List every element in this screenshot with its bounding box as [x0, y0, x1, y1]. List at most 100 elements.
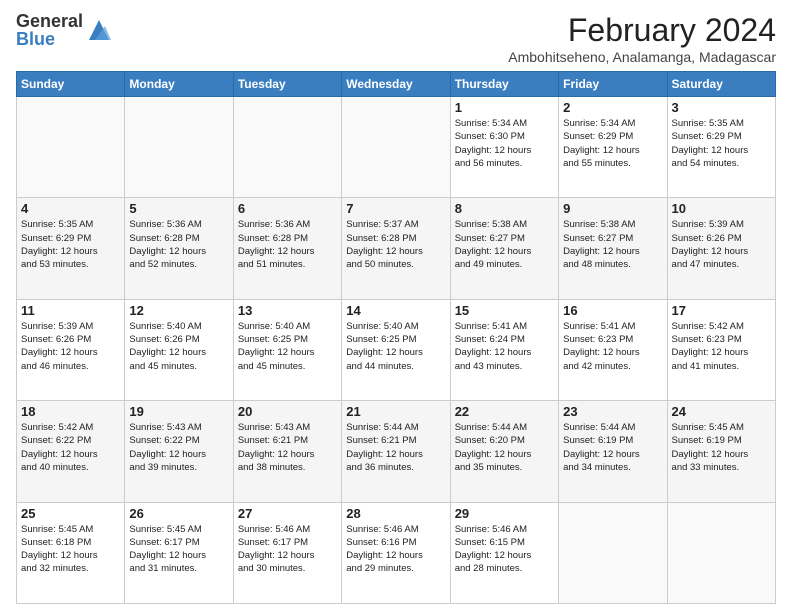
calendar-cell: 13 Sunrise: 5:40 AM Sunset: 6:25 PM Dayli… [233, 299, 341, 400]
calendar-cell: 1 Sunrise: 5:34 AM Sunset: 6:30 PM Daylig… [450, 97, 558, 198]
day-info: Sunrise: 5:46 AM Sunset: 6:15 PM Dayligh… [455, 523, 554, 576]
day-number: 18 [21, 404, 120, 419]
calendar-week-5: 25Sunrise: 5:45 AM Sunset: 6:18 PM Dayli… [17, 502, 776, 603]
calendar-cell: 7 Sunrise: 5:37 AM Sunset: 6:28 PM Daylig… [342, 198, 450, 299]
calendar-subtitle: Ambohitseheno, Analamanga, Madagascar [508, 49, 776, 65]
day-number: 28 [346, 506, 445, 521]
calendar-header-monday: Monday [125, 72, 233, 97]
day-number: 10 [672, 201, 771, 216]
calendar-cell: 17Sunrise: 5:42 AM Sunset: 6:23 PM Dayli… [667, 299, 775, 400]
calendar-cell: 10 Sunrise: 5:39 AM Sunset: 6:26 PM Dayli… [667, 198, 775, 299]
day-number: 6 [238, 201, 337, 216]
day-info: Sunrise: 5:45 AM Sunset: 6:19 PM Dayligh… [672, 421, 771, 474]
day-info: Sunrise: 5:40 AM Sunset: 6:26 PM Dayligh… [129, 320, 228, 373]
calendar-cell: 28 Sunrise: 5:46 AM Sunset: 6:16 PM Dayli… [342, 502, 450, 603]
day-info: Sunrise: 5:38 AM Sunset: 6:27 PM Dayligh… [455, 218, 554, 271]
header: General Blue February 2024 Ambohitseheno… [16, 12, 776, 65]
calendar-cell: 14Sunrise: 5:40 AM Sunset: 6:25 PM Dayli… [342, 299, 450, 400]
calendar-week-2: 4 Sunrise: 5:35 AM Sunset: 6:29 PM Daylig… [17, 198, 776, 299]
day-number: 15 [455, 303, 554, 318]
calendar-week-4: 18 Sunrise: 5:42 AM Sunset: 6:22 PM Dayli… [17, 401, 776, 502]
day-number: 13 [238, 303, 337, 318]
calendar-cell: 2Sunrise: 5:34 AM Sunset: 6:29 PM Daylig… [559, 97, 667, 198]
day-info: Sunrise: 5:45 AM Sunset: 6:17 PM Dayligh… [129, 523, 228, 576]
day-number: 1 [455, 100, 554, 115]
calendar-cell: 20 Sunrise: 5:43 AM Sunset: 6:21 PM Dayli… [233, 401, 341, 502]
day-number: 12 [129, 303, 228, 318]
day-info: Sunrise: 5:39 AM Sunset: 6:26 PM Dayligh… [672, 218, 771, 271]
day-number: 23 [563, 404, 662, 419]
calendar-cell: 29 Sunrise: 5:46 AM Sunset: 6:15 PM Dayli… [450, 502, 558, 603]
day-number: 19 [129, 404, 228, 419]
day-number: 29 [455, 506, 554, 521]
day-number: 9 [563, 201, 662, 216]
day-number: 25 [21, 506, 120, 521]
calendar-cell: 26 Sunrise: 5:45 AM Sunset: 6:17 PM Dayli… [125, 502, 233, 603]
day-info: Sunrise: 5:42 AM Sunset: 6:22 PM Dayligh… [21, 421, 120, 474]
calendar-cell: 23Sunrise: 5:44 AM Sunset: 6:19 PM Dayli… [559, 401, 667, 502]
day-info: Sunrise: 5:44 AM Sunset: 6:20 PM Dayligh… [455, 421, 554, 474]
day-number: 27 [238, 506, 337, 521]
day-info: Sunrise: 5:41 AM Sunset: 6:23 PM Dayligh… [563, 320, 662, 373]
calendar-cell [17, 97, 125, 198]
day-info: Sunrise: 5:39 AM Sunset: 6:26 PM Dayligh… [21, 320, 120, 373]
day-number: 20 [238, 404, 337, 419]
day-info: Sunrise: 5:40 AM Sunset: 6:25 PM Dayligh… [238, 320, 337, 373]
day-info: Sunrise: 5:34 AM Sunset: 6:29 PM Dayligh… [563, 117, 662, 170]
calendar-header-row: SundayMondayTuesdayWednesdayThursdayFrid… [17, 72, 776, 97]
calendar-cell: 11Sunrise: 5:39 AM Sunset: 6:26 PM Dayli… [17, 299, 125, 400]
calendar-cell: 8 Sunrise: 5:38 AM Sunset: 6:27 PM Daylig… [450, 198, 558, 299]
day-info: Sunrise: 5:43 AM Sunset: 6:21 PM Dayligh… [238, 421, 337, 474]
logo-icon [85, 16, 113, 44]
calendar-cell: 15 Sunrise: 5:41 AM Sunset: 6:24 PM Dayli… [450, 299, 558, 400]
day-info: Sunrise: 5:38 AM Sunset: 6:27 PM Dayligh… [563, 218, 662, 271]
day-info: Sunrise: 5:36 AM Sunset: 6:28 PM Dayligh… [238, 218, 337, 271]
calendar-header-saturday: Saturday [667, 72, 775, 97]
calendar-cell: 21 Sunrise: 5:44 AM Sunset: 6:21 PM Dayli… [342, 401, 450, 502]
calendar-cell [559, 502, 667, 603]
title-block: February 2024 Ambohitseheno, Analamanga,… [508, 12, 776, 65]
calendar-cell [233, 97, 341, 198]
calendar-cell: 27 Sunrise: 5:46 AM Sunset: 6:17 PM Dayli… [233, 502, 341, 603]
calendar-header-wednesday: Wednesday [342, 72, 450, 97]
day-info: Sunrise: 5:46 AM Sunset: 6:17 PM Dayligh… [238, 523, 337, 576]
calendar-cell: 3 Sunrise: 5:35 AM Sunset: 6:29 PM Daylig… [667, 97, 775, 198]
calendar-cell [667, 502, 775, 603]
day-info: Sunrise: 5:46 AM Sunset: 6:16 PM Dayligh… [346, 523, 445, 576]
day-info: Sunrise: 5:35 AM Sunset: 6:29 PM Dayligh… [672, 117, 771, 170]
day-info: Sunrise: 5:43 AM Sunset: 6:22 PM Dayligh… [129, 421, 228, 474]
day-info: Sunrise: 5:44 AM Sunset: 6:21 PM Dayligh… [346, 421, 445, 474]
calendar-header-friday: Friday [559, 72, 667, 97]
calendar-header-sunday: Sunday [17, 72, 125, 97]
calendar-cell [125, 97, 233, 198]
day-info: Sunrise: 5:41 AM Sunset: 6:24 PM Dayligh… [455, 320, 554, 373]
day-info: Sunrise: 5:37 AM Sunset: 6:28 PM Dayligh… [346, 218, 445, 271]
logo-general: General [16, 12, 83, 30]
calendar-cell [342, 97, 450, 198]
day-number: 21 [346, 404, 445, 419]
calendar-cell: 19 Sunrise: 5:43 AM Sunset: 6:22 PM Dayli… [125, 401, 233, 502]
day-number: 7 [346, 201, 445, 216]
day-number: 22 [455, 404, 554, 419]
calendar-week-3: 11Sunrise: 5:39 AM Sunset: 6:26 PM Dayli… [17, 299, 776, 400]
calendar-cell: 22 Sunrise: 5:44 AM Sunset: 6:20 PM Dayli… [450, 401, 558, 502]
calendar-cell: 25Sunrise: 5:45 AM Sunset: 6:18 PM Dayli… [17, 502, 125, 603]
day-info: Sunrise: 5:35 AM Sunset: 6:29 PM Dayligh… [21, 218, 120, 271]
calendar-cell: 16Sunrise: 5:41 AM Sunset: 6:23 PM Dayli… [559, 299, 667, 400]
calendar-table: SundayMondayTuesdayWednesdayThursdayFrid… [16, 71, 776, 604]
logo: General Blue [16, 12, 113, 48]
calendar-header-tuesday: Tuesday [233, 72, 341, 97]
calendar-week-1: 1 Sunrise: 5:34 AM Sunset: 6:30 PM Daylig… [17, 97, 776, 198]
day-number: 26 [129, 506, 228, 521]
calendar-cell: 9 Sunrise: 5:38 AM Sunset: 6:27 PM Daylig… [559, 198, 667, 299]
calendar-cell: 12 Sunrise: 5:40 AM Sunset: 6:26 PM Dayli… [125, 299, 233, 400]
logo-blue: Blue [16, 30, 83, 48]
day-number: 4 [21, 201, 120, 216]
day-number: 3 [672, 100, 771, 115]
day-number: 8 [455, 201, 554, 216]
day-info: Sunrise: 5:34 AM Sunset: 6:30 PM Dayligh… [455, 117, 554, 170]
day-info: Sunrise: 5:36 AM Sunset: 6:28 PM Dayligh… [129, 218, 228, 271]
calendar-title: February 2024 [508, 12, 776, 49]
calendar-cell: 4 Sunrise: 5:35 AM Sunset: 6:29 PM Daylig… [17, 198, 125, 299]
calendar-cell: 18 Sunrise: 5:42 AM Sunset: 6:22 PM Dayli… [17, 401, 125, 502]
